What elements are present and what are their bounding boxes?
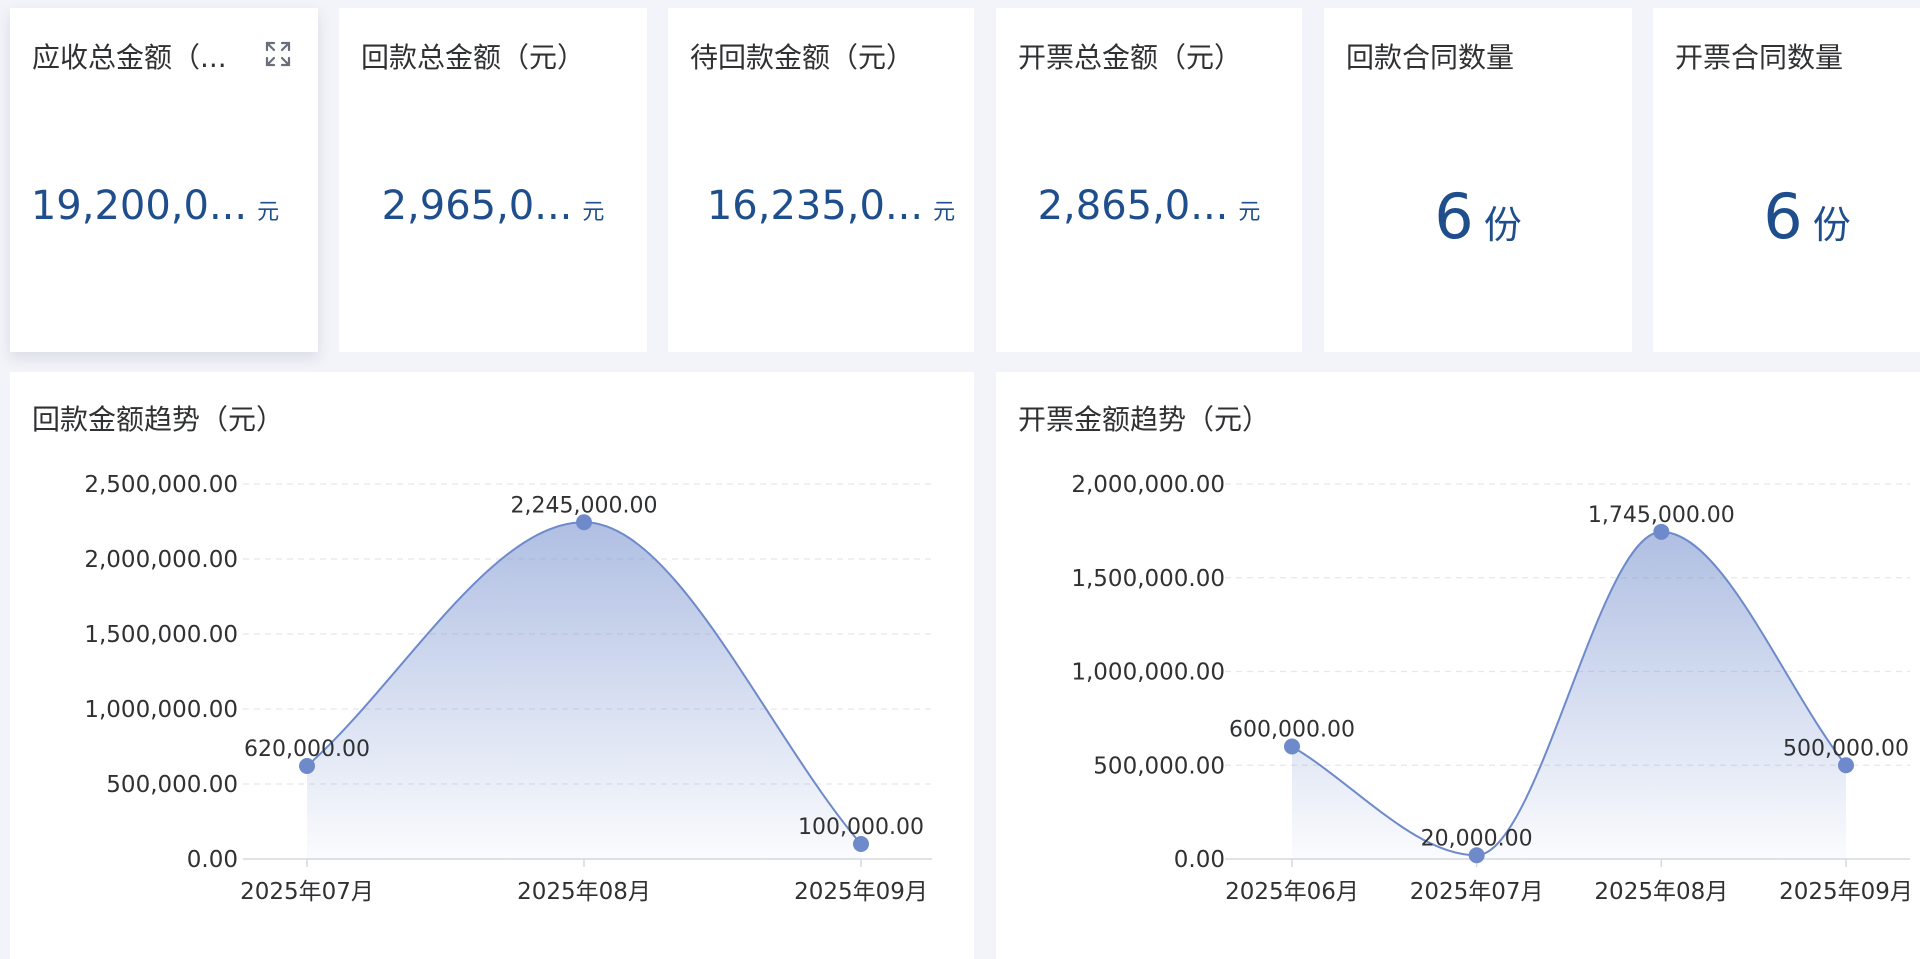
- collection-trend-chart-card: 回款金额趋势（元） 0.00 500,000.00 1,000,000.00 1,50…: [10, 372, 974, 959]
- y-tick-label: 500,000.00: [1093, 753, 1225, 779]
- y-tick-label: 2,000,000.00: [84, 547, 238, 573]
- kpi-title: 应收总金额（...: [32, 41, 227, 74]
- data-label: 600,000.00: [1229, 718, 1355, 743]
- data-label: 20,000.00: [1421, 826, 1533, 851]
- kpi-value: 6份: [1653, 180, 1920, 253]
- kpi-value: 19,200,0... 元: [10, 183, 318, 229]
- y-tick-label: 2,500,000.00: [84, 472, 238, 498]
- y-tick-label: 0.00: [187, 847, 238, 873]
- kpi-card-receivable-total: 应收总金额（... 19,200,0... 元: [10, 8, 318, 352]
- kpi-value-number: 16,235,0...: [706, 183, 924, 229]
- kpi-value-number: 6: [1434, 180, 1474, 253]
- y-tick-label: 1,500,000.00: [84, 622, 238, 648]
- kpi-title: 待回款金额（元）: [690, 41, 915, 74]
- kpi-value: 16,235,0... 元: [668, 183, 974, 229]
- data-label: 500,000.00: [1783, 736, 1909, 761]
- kpi-value-number: 19,200,0...: [30, 183, 248, 229]
- y-tick-label: 1,500,000.00: [1071, 566, 1225, 592]
- y-tick-label: 1,000,000.00: [84, 697, 238, 723]
- kpi-title: 回款总金额（元）: [361, 41, 586, 74]
- kpi-card-invoice-total: 开票总金额（元） 2,865,0... 元: [996, 8, 1302, 352]
- kpi-value-unit: 元: [582, 200, 605, 225]
- kpi-value-number: 2,965,0...: [381, 183, 573, 229]
- kpi-value-unit: 元: [933, 200, 956, 225]
- invoice-trend-chart: 0.00 500,000.00 1,000,000.00 1,500,000.00 2,…: [1071, 472, 1913, 905]
- expand-icon[interactable]: [264, 40, 292, 68]
- x-tick-label: 2025年06月: [1225, 879, 1359, 905]
- kpi-card-collected-total: 回款总金额（元） 2,965,0... 元: [339, 8, 647, 352]
- kpi-value-unit: 份: [1812, 203, 1851, 247]
- kpi-title: 开票合同数量: [1675, 41, 1844, 74]
- series-area: [307, 522, 861, 859]
- data-label: 1,745,000.00: [1588, 503, 1735, 528]
- x-tick-label: 2025年07月: [1410, 879, 1544, 905]
- kpi-value-number: 6: [1763, 180, 1803, 253]
- x-tick-label: 2025年09月: [794, 879, 928, 905]
- kpi-card-collection-contract-count: 回款合同数量 6份: [1324, 8, 1632, 352]
- x-tick-label: 2025年08月: [1594, 879, 1728, 905]
- y-tick-label: 500,000.00: [106, 772, 238, 798]
- collection-trend-chart: 0.00 500,000.00 1,000,000.00 1,500,000.00 2,…: [84, 472, 932, 905]
- x-tick-label: 2025年09月: [1779, 879, 1913, 905]
- kpi-value: 6份: [1324, 180, 1632, 253]
- data-label: 100,000.00: [798, 815, 924, 840]
- kpi-value-unit: 元: [1238, 200, 1261, 225]
- data-label: 620,000.00: [244, 737, 370, 762]
- data-label: 2,245,000.00: [511, 493, 658, 518]
- kpi-value-unit: 份: [1483, 203, 1522, 247]
- invoice-trend-chart-card: 开票金额趋势（元） 0.00 500,000.00 1,000,000.00 1,50…: [996, 372, 1920, 959]
- y-tick-label: 2,000,000.00: [1071, 472, 1225, 498]
- kpi-value-unit: 元: [257, 200, 280, 225]
- y-tick-label: 1,000,000.00: [1071, 660, 1225, 686]
- x-tick-label: 2025年07月: [240, 879, 374, 905]
- kpi-value: 2,865,0... 元: [996, 183, 1302, 229]
- kpi-title: 回款合同数量: [1346, 41, 1515, 74]
- kpi-title: 开票总金额（元）: [1018, 41, 1243, 74]
- kpi-card-pending-collection: 待回款金额（元） 16,235,0... 元: [668, 8, 974, 352]
- kpi-value-number: 2,865,0...: [1037, 183, 1229, 229]
- x-tick-label: 2025年08月: [517, 879, 651, 905]
- y-tick-label: 0.00: [1174, 847, 1225, 873]
- kpi-card-invoice-contract-count: 开票合同数量 6份: [1653, 8, 1920, 352]
- kpi-value: 2,965,0... 元: [339, 183, 647, 229]
